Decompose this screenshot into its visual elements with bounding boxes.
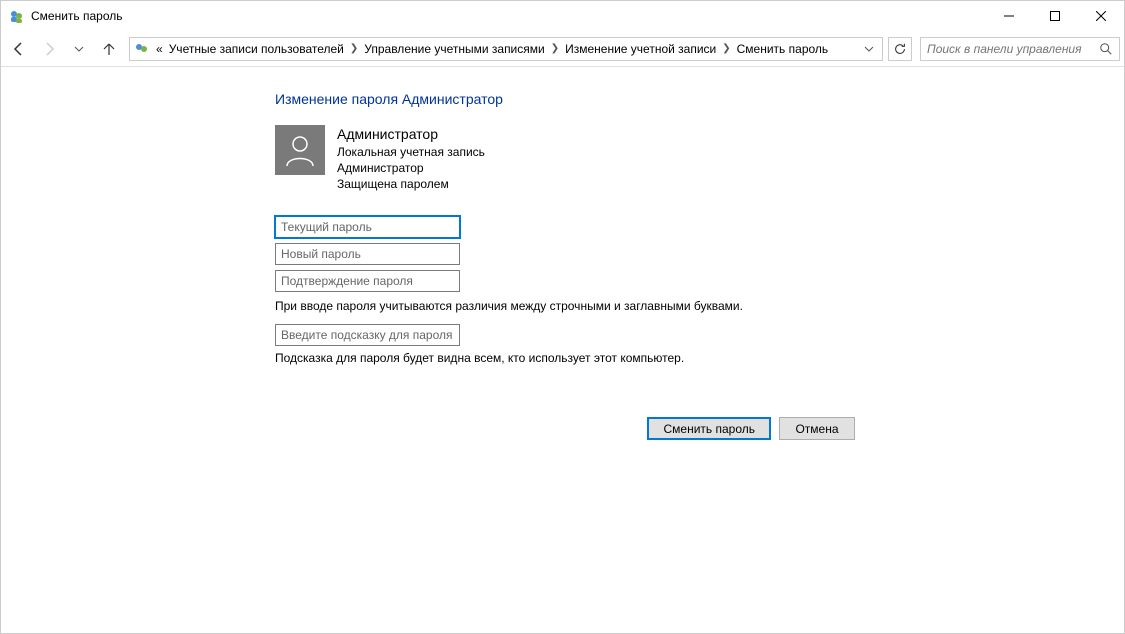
password-form: При вводе пароля учитываются различия ме… (275, 216, 835, 371)
address-bar[interactable]: « Учетные записи пользователей ❯ Управле… (129, 37, 883, 61)
nav-forward-button[interactable] (35, 35, 63, 63)
chevron-right-icon: ❯ (551, 43, 559, 54)
search-icon (1099, 42, 1113, 56)
hint-visibility-note: Подсказка для пароля будет видна всем, к… (275, 351, 835, 365)
breadcrumb-item[interactable]: Изменение учетной записи (565, 42, 716, 56)
breadcrumb-item[interactable]: Учетные записи пользователей (169, 42, 344, 56)
account-role: Администратор (337, 160, 485, 176)
current-password-input[interactable] (275, 216, 460, 238)
button-row: Сменить пароль Отмена (275, 417, 855, 440)
breadcrumb-item[interactable]: Сменить пароль (737, 42, 829, 56)
chevron-right-icon: ❯ (722, 43, 730, 54)
page-title: Изменение пароля Администратор (275, 91, 1124, 107)
account-info: Администратор Локальная учетная запись А… (337, 125, 485, 192)
breadcrumb-prefix[interactable]: « (156, 42, 163, 56)
account-summary: Администратор Локальная учетная запись А… (275, 125, 1124, 192)
confirm-password-input[interactable] (275, 270, 460, 292)
maximize-button[interactable] (1032, 1, 1078, 31)
window-controls (986, 1, 1124, 31)
case-sensitive-note: При вводе пароля учитываются различия ме… (275, 299, 835, 313)
password-hint-input[interactable] (275, 324, 460, 346)
refresh-button[interactable] (888, 37, 912, 61)
account-name: Администратор (337, 125, 485, 144)
breadcrumb-item[interactable]: Управление учетными записями (364, 42, 544, 56)
app-icon (9, 8, 25, 24)
window-title: Сменить пароль (31, 9, 986, 23)
nav-up-button[interactable] (95, 35, 123, 63)
new-password-input[interactable] (275, 243, 460, 265)
titlebar: Сменить пароль (1, 1, 1124, 31)
cancel-button[interactable]: Отмена (779, 417, 855, 440)
close-button[interactable] (1078, 1, 1124, 31)
account-type: Локальная учетная запись (337, 144, 485, 160)
submit-button[interactable]: Сменить пароль (647, 417, 771, 440)
minimize-button[interactable] (986, 1, 1032, 31)
nav-recent-dropdown[interactable] (65, 35, 93, 63)
address-icon (134, 41, 150, 57)
navbar: « Учетные записи пользователей ❯ Управле… (1, 31, 1124, 67)
content-area: Изменение пароля Администратор Администр… (1, 67, 1124, 440)
address-dropdown-icon[interactable] (860, 44, 878, 54)
account-protection: Защищена паролем (337, 176, 485, 192)
chevron-right-icon: ❯ (350, 43, 358, 54)
avatar (275, 125, 325, 175)
search-box[interactable] (920, 37, 1120, 61)
nav-back-button[interactable] (5, 35, 33, 63)
breadcrumb: « Учетные записи пользователей ❯ Управле… (156, 42, 854, 56)
search-input[interactable] (927, 42, 1099, 56)
